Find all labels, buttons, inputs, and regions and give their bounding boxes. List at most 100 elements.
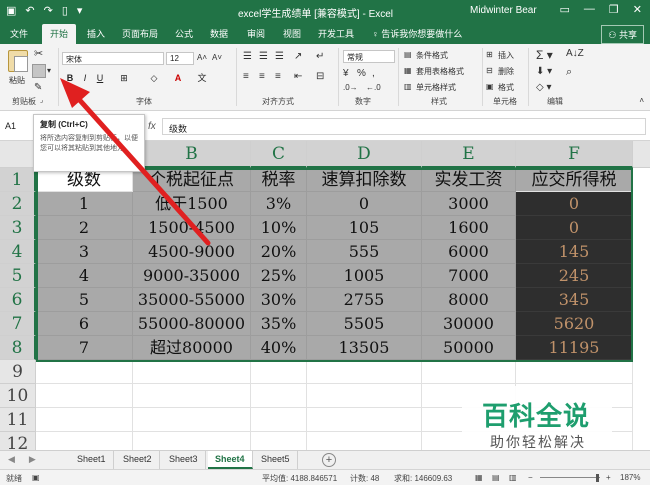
tab-page-layout[interactable]: 页面布局 [122,27,158,40]
tab-home[interactable]: 开始 [42,24,77,44]
ribbon-options-icon[interactable]: ▭ [560,3,570,16]
empty-cell[interactable] [307,384,422,408]
empty-cell[interactable] [133,384,251,408]
merge-center-icon[interactable]: ⊟ [316,71,324,82]
table-cell[interactable]: 0 [516,216,633,240]
table-cell[interactable]: 13505 [307,336,422,360]
phonetic-icon[interactable]: 文 [196,72,208,84]
table-cell[interactable]: 35% [251,312,307,336]
clipboard-launcher-icon[interactable]: ⌟ [40,96,43,104]
tab-developer[interactable]: 开发工具 [318,27,354,40]
zoom-slider[interactable] [540,477,600,478]
tab-formulas[interactable]: 公式 [175,27,193,40]
column-header-d[interactable]: D [307,141,422,168]
table-cell[interactable]: 7 [36,336,133,360]
user-name[interactable]: Midwinter Bear [470,5,537,16]
table-cell[interactable]: 40% [251,336,307,360]
empty-cell[interactable] [516,360,633,384]
table-cell[interactable]: 35000-55000 [133,288,251,312]
format-cells-button[interactable]: 格式 [498,82,514,93]
cut-icon[interactable]: ✂ [34,47,43,60]
insert-function-icon[interactable]: fx [148,121,156,132]
empty-cell[interactable] [307,360,422,384]
fill-color-icon[interactable]: ◇ [148,72,160,84]
font-size-select[interactable]: 12 [166,52,194,65]
sheet-tab-5[interactable]: Sheet5 [254,451,298,469]
customize-toolbar-icon[interactable]: ▾ [77,4,83,17]
table-cell[interactable]: 9000-35000 [133,264,251,288]
format-as-table-button[interactable]: 套用表格格式 [416,66,464,77]
empty-cell[interactable] [36,360,133,384]
redo-icon[interactable]: ↷ [44,4,53,17]
table-cell[interactable]: 5620 [516,312,633,336]
table-cell[interactable]: 8000 [422,288,516,312]
indent-icon[interactable]: ⇤ [294,71,302,82]
row-header[interactable]: 10 [0,384,36,408]
empty-cell[interactable] [133,432,251,450]
percent-button[interactable]: % [357,68,366,79]
empty-cell[interactable] [307,408,422,432]
table-cell[interactable]: 25% [251,264,307,288]
table-cell[interactable]: 2755 [307,288,422,312]
font-color-icon[interactable]: A [172,72,184,84]
align-top-icon[interactable]: ☰ [243,51,252,62]
tab-file[interactable]: 文件 [10,27,28,40]
tab-view[interactable]: 视图 [283,27,301,40]
italic-icon[interactable]: I [79,72,91,84]
find-select-icon[interactable]: ⌕ [566,66,572,79]
prev-sheet-icon[interactable]: ◀ [8,454,15,465]
row-header[interactable]: 2 [0,192,36,216]
table-header-cell[interactable]: 速算扣除数 [307,168,422,192]
tab-insert[interactable]: 插入 [87,27,105,40]
copy-dropdown-icon[interactable]: ▾ [47,66,51,75]
wrap-text-icon[interactable]: ↵ [316,51,324,62]
column-header-c[interactable]: C [251,141,307,168]
table-cell[interactable]: 0 [307,192,422,216]
save-icon[interactable]: ▣ [6,4,16,17]
table-cell[interactable]: 555 [307,240,422,264]
table-cell[interactable]: 30000 [422,312,516,336]
table-cell[interactable]: 1600 [422,216,516,240]
table-cell[interactable]: 4 [36,264,133,288]
table-cell[interactable]: 1 [36,192,133,216]
insert-cells-button[interactable]: 插入 [498,50,514,61]
table-cell[interactable]: 345 [516,288,633,312]
conditional-format-button[interactable]: 条件格式 [416,50,448,61]
tell-me-search[interactable]: ♀ 告诉我你想要做什么 [372,27,462,40]
zoom-level[interactable]: 187% [620,473,640,482]
row-header[interactable]: 7 [0,312,36,336]
paste-icon[interactable] [8,50,28,72]
autosum-icon[interactable]: Σ ▾ [536,48,553,62]
delete-cells-button[interactable]: 删除 [498,66,514,77]
fill-icon[interactable]: ⬇ ▾ [536,66,552,77]
undo-icon[interactable]: ↶ [25,4,34,17]
tab-data[interactable]: 数据 [210,27,228,40]
table-cell[interactable]: 3 [36,240,133,264]
table-cell[interactable]: 3000 [422,192,516,216]
close-icon[interactable]: ✕ [633,3,642,16]
minimize-icon[interactable]: — [584,3,595,16]
table-cell[interactable]: 20% [251,240,307,264]
tab-review[interactable]: 审阅 [247,27,265,40]
table-cell[interactable]: 6000 [422,240,516,264]
sheet-tab-2[interactable]: Sheet2 [116,451,160,469]
table-header-cell[interactable]: 应交所得税 [516,168,633,192]
name-box[interactable]: A1 [3,119,33,134]
column-header-b[interactable]: B [133,141,251,168]
empty-cell[interactable] [251,432,307,450]
table-cell[interactable]: 245 [516,264,633,288]
empty-cell[interactable] [36,432,133,450]
row-header[interactable]: 5 [0,264,36,288]
formula-input[interactable]: 级数 [162,118,646,135]
grow-font-icon[interactable]: A˄ [197,53,207,62]
table-cell[interactable]: 3% [251,192,307,216]
bold-icon[interactable]: B [64,72,76,84]
normal-view-icon[interactable]: ▦ [475,473,483,482]
table-header-cell[interactable]: 税率 [251,168,307,192]
table-cell[interactable]: 1500-4500 [133,216,251,240]
table-cell[interactable]: 30% [251,288,307,312]
table-cell[interactable]: 2 [36,216,133,240]
align-left-icon[interactable]: ≡ [243,71,249,82]
shrink-font-icon[interactable]: A˅ [212,53,222,62]
column-header-g[interactable] [633,141,650,168]
